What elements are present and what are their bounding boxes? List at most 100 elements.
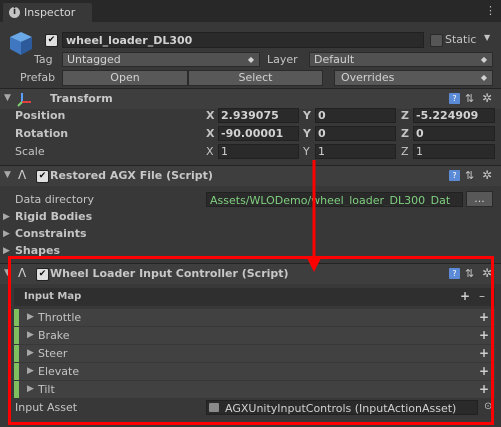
foldout-open-icon[interactable]: ▼	[4, 93, 11, 103]
add-binding-button[interactable]: +	[479, 328, 489, 342]
input-asset-label: Input Asset	[15, 401, 78, 414]
select-button[interactable]: Select	[188, 70, 323, 86]
list-item-steer[interactable]: ▶ Steer +	[14, 345, 495, 362]
settings-gear-icon[interactable]: ✲	[482, 168, 492, 182]
add-binding-button[interactable]: +	[479, 346, 489, 360]
scale-x-field[interactable]: 1	[218, 144, 299, 159]
data-directory-label: Data directory	[15, 193, 94, 206]
component-enabled-checkbox[interactable]: ✔	[36, 268, 49, 281]
data-directory-field[interactable]: Assets/WLODemo/wheel_loader_DL300_Dat	[206, 192, 463, 207]
rigid-bodies-foldout[interactable]: Rigid Bodies	[15, 210, 92, 223]
object-name-input[interactable]: wheel_loader_DL300	[62, 32, 424, 48]
position-label: Position	[15, 109, 66, 122]
action-color-bar	[14, 345, 19, 362]
annotation-box-left	[8, 256, 11, 425]
active-checkbox[interactable]: ✔	[45, 34, 58, 47]
restored-agx-file-header[interactable]: ▼ Λ ✔ Restored AGX File (Script) ? ⇅ ✲	[0, 166, 501, 186]
foldout-closed-icon[interactable]: ▶	[27, 330, 34, 340]
list-item-brake[interactable]: ▶ Brake +	[14, 327, 495, 344]
layer-dropdown[interactable]: Default ◆	[309, 52, 493, 67]
rotation-y-field[interactable]: 0	[315, 126, 396, 141]
foldout-closed-icon[interactable]: ▶	[27, 348, 34, 358]
input-asset-field[interactable]: AGXUnityInputControls (InputActionAsset)	[206, 400, 478, 415]
input-controller-title: Wheel Loader Input Controller (Script)	[50, 267, 289, 280]
tab-inspector[interactable]: i Inspector	[3, 3, 92, 22]
transform-icon	[17, 91, 33, 107]
action-color-bar	[14, 309, 19, 326]
position-y-field[interactable]: 0	[315, 108, 396, 123]
add-binding-button[interactable]: +	[479, 382, 489, 396]
foldout-closed-icon[interactable]: ▶	[27, 384, 34, 394]
tag-dropdown[interactable]: Untagged ◆	[62, 52, 260, 67]
add-binding-button[interactable]: +	[479, 310, 489, 324]
scale-y-label: Y	[303, 145, 310, 158]
settings-gear-icon[interactable]: ✲	[482, 91, 492, 105]
info-icon: i	[9, 7, 20, 18]
tag-label: Tag	[34, 53, 53, 66]
static-label: Static	[445, 33, 477, 46]
input-controller-header[interactable]: ▼ Λ ✔ Wheel Loader Input Controller (Scr…	[0, 264, 501, 284]
transform-header[interactable]: ▼ Transform ? ⇅ ✲	[0, 89, 501, 109]
component-enabled-checkbox[interactable]: ✔	[36, 170, 49, 183]
annotation-box-bottom	[8, 422, 494, 425]
constraints-foldout[interactable]: Constraints	[15, 227, 87, 240]
help-book-icon[interactable]: ?	[449, 268, 460, 279]
scale-z-field[interactable]: 1	[413, 144, 495, 159]
menu-icon[interactable]: ⋮	[485, 4, 496, 17]
prefab-label: Prefab	[20, 71, 56, 84]
annotation-box-top	[8, 256, 494, 259]
presets-icon[interactable]: ⇅	[465, 92, 474, 105]
annotation-box-right	[491, 256, 494, 425]
presets-icon[interactable]: ⇅	[465, 169, 474, 182]
position-x-label: X	[206, 109, 215, 122]
overrides-dropdown[interactable]: Overrides ◆	[334, 70, 493, 86]
remove-action-map-button[interactable]: –	[479, 289, 485, 303]
static-dropdown-icon[interactable]: ▼	[484, 33, 490, 42]
foldout-closed-icon[interactable]: ▶	[27, 312, 34, 322]
list-item-throttle[interactable]: ▶ Throttle +	[14, 309, 495, 326]
foldout-closed-icon[interactable]: ▶	[27, 366, 34, 376]
input-action-asset-icon	[209, 403, 219, 412]
foldout-closed-icon[interactable]: ▶	[3, 246, 10, 256]
open-button[interactable]: Open	[62, 70, 188, 86]
input-map-header: Input Map + –	[14, 288, 495, 306]
scale-z-label: Z	[401, 145, 409, 158]
input-map-label: Input Map	[24, 291, 82, 302]
list-item-tilt[interactable]: ▶ Tilt +	[14, 381, 495, 398]
rotation-label: Rotation	[15, 127, 69, 140]
rotation-y-label: Y	[303, 127, 311, 140]
rotation-z-field[interactable]: 0	[413, 126, 495, 141]
static-checkbox[interactable]	[430, 34, 443, 47]
position-x-field[interactable]: 2.939075	[218, 108, 299, 123]
rotation-x-field[interactable]: -90.00001	[218, 126, 299, 141]
action-color-bar	[14, 327, 19, 344]
action-label: Brake	[38, 329, 70, 342]
layer-label: Layer	[267, 53, 298, 66]
action-label: Elevate	[38, 365, 80, 378]
tab-bar: i Inspector ⋮	[0, 0, 501, 22]
rotation-z-label: Z	[401, 127, 409, 140]
browse-button[interactable]: ...	[466, 191, 493, 207]
add-action-map-button[interactable]: +	[460, 289, 470, 303]
transform-title: Transform	[50, 92, 113, 105]
foldout-closed-icon[interactable]: ▶	[3, 212, 10, 222]
action-color-bar	[14, 381, 19, 398]
scale-x-label: X	[206, 145, 214, 158]
foldout-open-icon[interactable]: ▼	[4, 170, 11, 180]
agx-script-icon: Λ	[18, 266, 27, 280]
foldout-closed-icon[interactable]: ▶	[3, 229, 10, 239]
scale-y-field[interactable]: 1	[315, 144, 396, 159]
help-book-icon[interactable]: ?	[449, 170, 460, 181]
tab-label: Inspector	[24, 6, 76, 19]
scale-label: Scale	[15, 145, 45, 158]
agx-script-icon: Λ	[18, 168, 27, 182]
position-z-field[interactable]: -5.224909	[413, 108, 495, 123]
action-label: Tilt	[38, 383, 55, 396]
restored-agx-file-title: Restored AGX File (Script)	[50, 169, 213, 182]
help-book-icon[interactable]: ?	[449, 93, 460, 104]
annotation-arrow-icon	[306, 160, 322, 272]
add-binding-button[interactable]: +	[479, 364, 489, 378]
list-item-elevate[interactable]: ▶ Elevate +	[14, 363, 495, 380]
presets-icon[interactable]: ⇅	[465, 267, 474, 280]
input-asset-value: AGXUnityInputControls (InputActionAsset)	[225, 402, 457, 415]
